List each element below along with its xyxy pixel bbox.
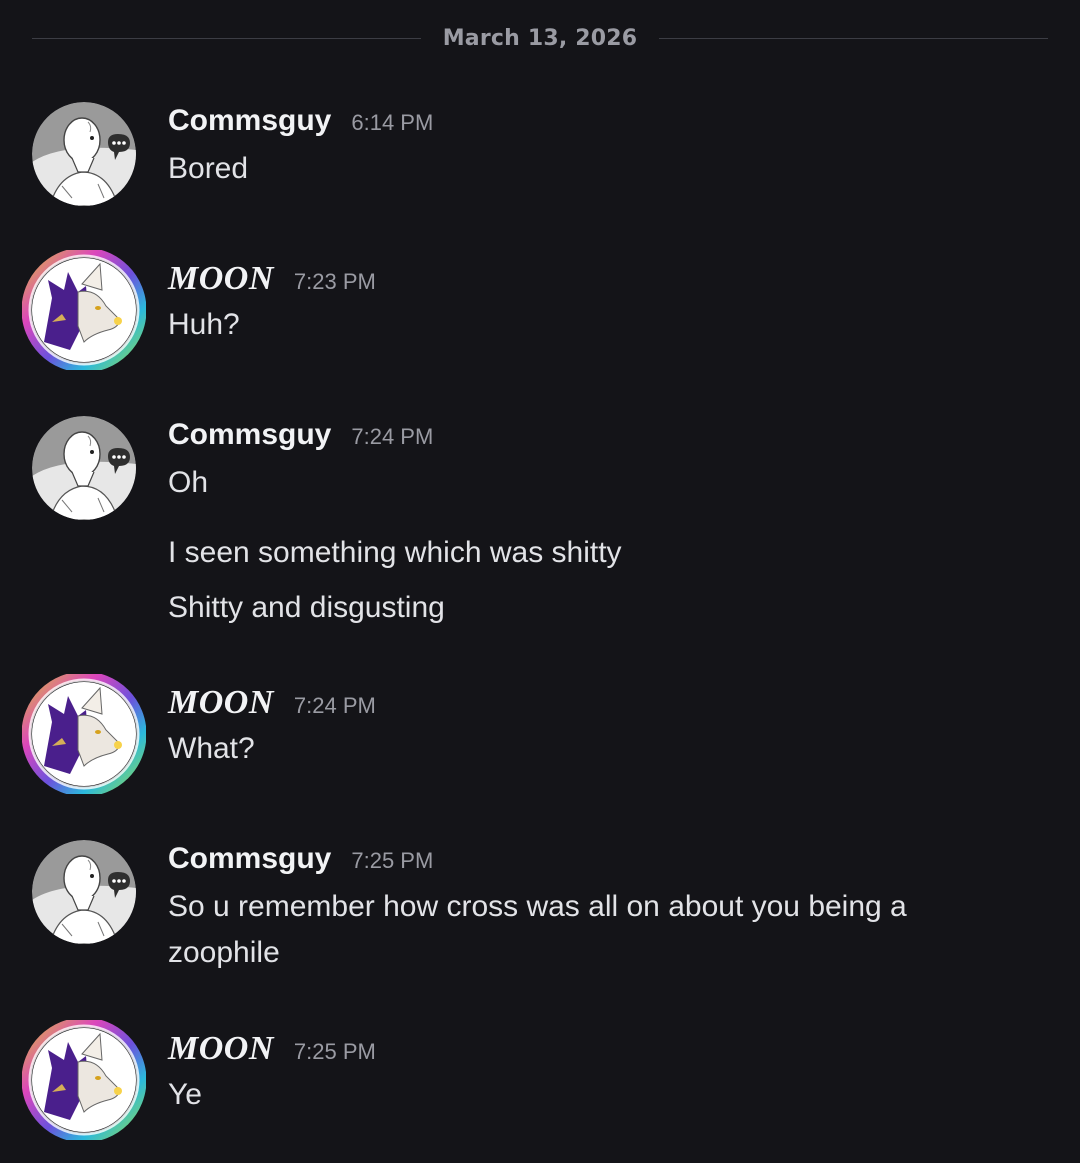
sketch-figure-avatar[interactable] [32, 840, 136, 944]
date-divider-label: March 13, 2026 [442, 25, 638, 51]
message-text: zoophile [168, 936, 280, 969]
timestamp: 7:25 PM [351, 848, 434, 873]
username[interactable]: MOON [168, 260, 274, 298]
purple-wolf-avatar[interactable] [22, 1020, 146, 1140]
message-body: Commsguy 7:24 PM Oh I seen something whi… [168, 418, 1048, 631]
timestamp: 7:25 PM [293, 1039, 376, 1064]
timestamp: 6:14 PM [351, 110, 434, 135]
message-header: MOON 7:23 PM [168, 260, 1048, 302]
message-header: MOON 7:25 PM [168, 1030, 1048, 1072]
message-header: MOON 7:24 PM [168, 684, 1048, 726]
sketch-figure-avatar[interactable] [32, 416, 136, 520]
message-body: Commsguy 7:25 PM So u remember how cross… [168, 842, 1048, 976]
message-text: What? [168, 732, 255, 765]
purple-wolf-avatar[interactable] [22, 674, 146, 794]
divider-line-right [659, 37, 1048, 39]
divider-line-left [32, 37, 421, 39]
message-text: Ye [168, 1078, 202, 1111]
username[interactable]: MOON [168, 1030, 274, 1068]
message-text: Shitty and disgusting [168, 591, 445, 624]
message-text: So u remember how cross was all on about… [168, 890, 907, 923]
purple-wolf-avatar[interactable] [22, 250, 146, 370]
message-body: Commsguy 6:14 PM Bored [168, 104, 1048, 192]
username[interactable]: Commsguy [168, 104, 331, 138]
timestamp: 7:23 PM [293, 269, 376, 294]
username[interactable]: Commsguy [168, 418, 331, 452]
timestamp: 7:24 PM [293, 693, 376, 718]
username[interactable]: MOON [168, 684, 274, 722]
sketch-figure-avatar[interactable] [32, 102, 136, 206]
message-header: Commsguy 6:14 PM [168, 104, 1048, 146]
message-text: I seen something which was shitty [168, 536, 622, 569]
message-text: Bored [168, 152, 249, 185]
timestamp: 7:24 PM [351, 424, 434, 449]
message-body: MOON 7:25 PM Ye [168, 1030, 1048, 1118]
message-header: Commsguy 7:25 PM [168, 842, 1048, 884]
message-text: Oh [168, 466, 209, 499]
date-divider: March 13, 2026 [32, 20, 1048, 56]
message-body: MOON 7:23 PM Huh? [168, 260, 1048, 348]
message-body: MOON 7:24 PM What? [168, 684, 1048, 772]
message-header: Commsguy 7:24 PM [168, 418, 1048, 460]
message-text: Huh? [168, 308, 240, 341]
username[interactable]: Commsguy [168, 842, 331, 876]
